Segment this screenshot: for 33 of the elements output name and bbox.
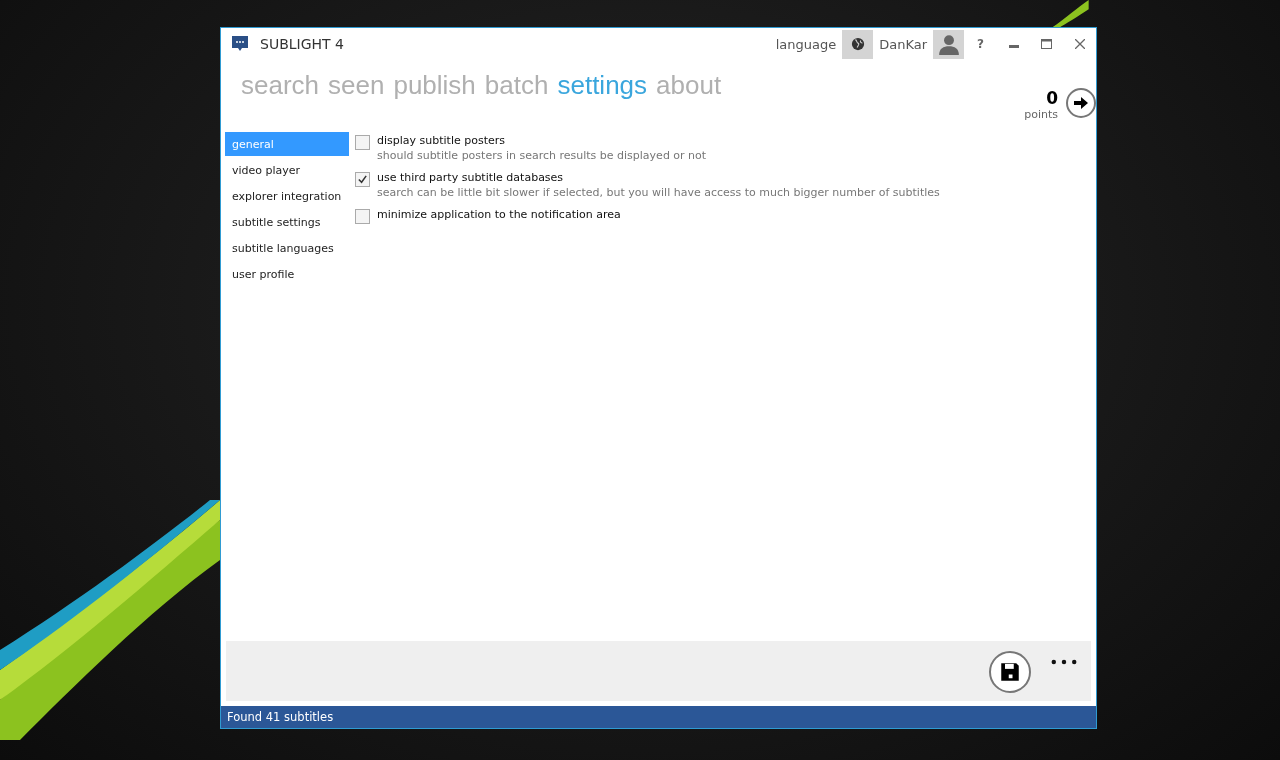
maximize-icon — [1041, 39, 1052, 49]
option-description: should subtitle posters in search results be displayed or not — [377, 149, 707, 162]
more-button[interactable] — [1051, 657, 1077, 667]
sidebar-item[interactable]: subtitle languages — [225, 236, 349, 260]
option-label: use third party subtitle databases — [377, 171, 565, 184]
more-icon — [1051, 659, 1077, 665]
window-title: SUBLIGHT 4 — [260, 36, 344, 52]
leaf-drawing — [1050, 0, 1090, 28]
username-button[interactable]: DanKar — [873, 36, 933, 52]
option-label: minimize application to the notification area — [377, 208, 621, 221]
status-text: Found 41 subtitles — [227, 710, 334, 724]
globe-icon — [850, 37, 865, 51]
sidebar-item[interactable]: user profile — [225, 262, 349, 286]
speech-bubble-icon — [231, 35, 249, 53]
points-count: 0 — [1046, 88, 1058, 108]
help-button[interactable]: ? — [964, 29, 997, 59]
sidebar-item[interactable]: subtitle settings — [225, 210, 349, 234]
option-label: display subtitle posters — [377, 134, 507, 147]
globe-button[interactable] — [842, 29, 874, 59]
checkbox[interactable] — [355, 172, 370, 187]
forward-button[interactable] — [1066, 88, 1096, 118]
arrow-right-icon — [1073, 95, 1089, 111]
sidebar-item[interactable]: video player — [225, 158, 349, 182]
checkbox[interactable] — [355, 209, 370, 224]
avatar-button[interactable] — [933, 29, 964, 59]
points-label: points — [1024, 108, 1058, 121]
avatar-icon — [937, 33, 960, 55]
option-description: search can be little bit slower if selected, but you will have access to much bigger number of subtitles — [377, 186, 940, 199]
checkbox[interactable] — [355, 135, 370, 150]
language-button[interactable]: language — [769, 36, 843, 52]
save-button[interactable] — [989, 651, 1031, 693]
sidebar-item[interactable]: explorer integration — [225, 184, 349, 208]
close-icon — [1074, 39, 1085, 49]
